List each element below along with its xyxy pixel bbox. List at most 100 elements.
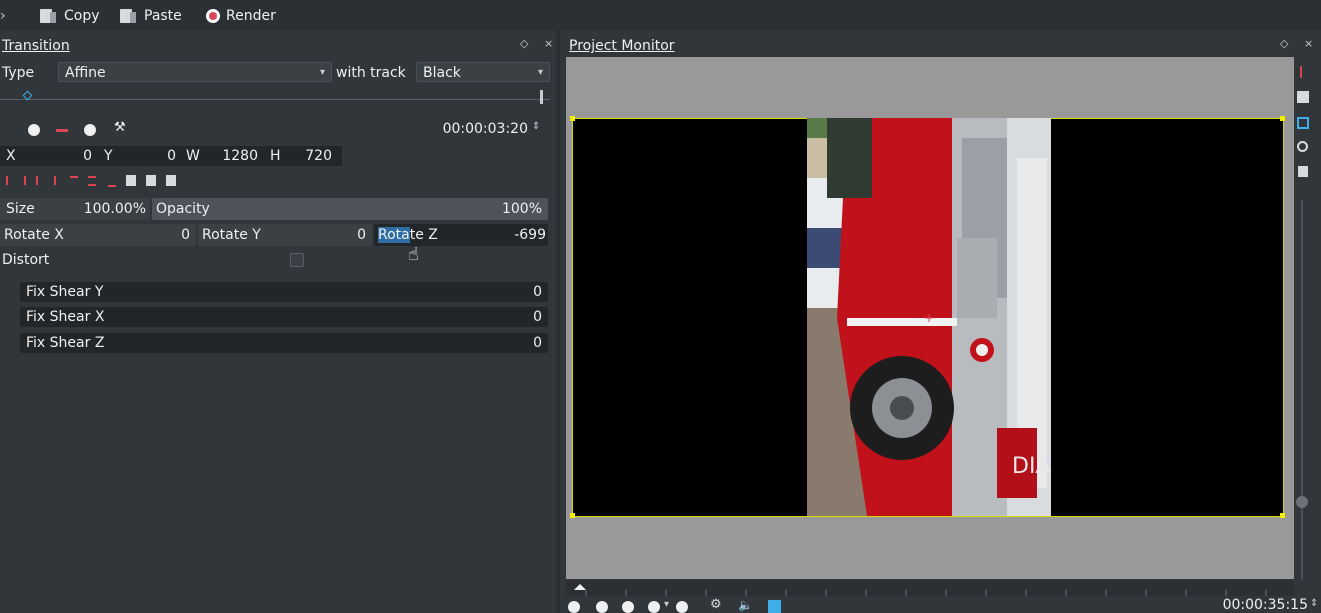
with-track-label: with track [336, 65, 406, 81]
opacity-slider[interactable]: Opacity 100% [152, 198, 548, 220]
main-toolbar: › Copy Paste Render [0, 0, 1321, 30]
center-crosshair-icon: + [924, 311, 935, 325]
play-icon[interactable] [648, 601, 660, 613]
rotate-x-slider[interactable]: Rotate X 0 [0, 224, 196, 246]
align-bottom-icon[interactable] [108, 176, 116, 187]
play-zone-icon[interactable] [568, 601, 580, 613]
remove-keyframe-icon[interactable] [56, 129, 68, 132]
rewind-icon[interactable] [596, 601, 608, 613]
next-keyframe-icon[interactable] [84, 124, 96, 136]
record-marker-icon[interactable] [1300, 66, 1312, 78]
fix-shear-x-value: 0 [533, 309, 542, 325]
dock-splitter[interactable] [556, 30, 560, 613]
w-input[interactable]: 1280 [208, 146, 258, 166]
edit-icon[interactable] [1297, 91, 1309, 103]
monitor-dock-controls[interactable]: ◇ × [1280, 37, 1319, 50]
y-input[interactable]: 0 [120, 146, 176, 166]
chevron-down-icon: ▾ [319, 67, 325, 78]
render-icon [206, 9, 220, 23]
settings-gear-icon[interactable]: ⚙ [710, 597, 722, 612]
align-right-icon[interactable] [46, 176, 56, 185]
keyframe-track-line [0, 99, 550, 100]
h-label: H [270, 148, 281, 164]
rotate-z-label-rest: te Z [409, 227, 438, 243]
playhead-handle[interactable] [540, 90, 543, 104]
fix-shear-x-slider[interactable]: Fix Shear X 0 [20, 307, 548, 327]
chevron-down-icon: ▾ [537, 67, 543, 78]
distort-label: Distort [2, 252, 50, 268]
original-size-icon[interactable] [126, 175, 136, 186]
fix-shear-z-slider[interactable]: Fix Shear Z 0 [20, 333, 548, 353]
fix-shear-y-value: 0 [533, 284, 542, 300]
y-label: Y [104, 148, 113, 164]
render-button[interactable]: Render [206, 6, 276, 26]
frame-corner-handle[interactable] [1280, 116, 1285, 121]
previous-frame-icon[interactable] [622, 601, 634, 613]
rotate-z-label-selected: Rota [378, 227, 410, 243]
color-swatch-icon[interactable] [768, 600, 781, 613]
zoom-slider-handle[interactable] [1296, 496, 1308, 508]
wrench-icon[interactable]: ⚒ [114, 120, 126, 135]
align-vcenter-icon[interactable] [88, 176, 96, 186]
fix-shear-z-value: 0 [533, 335, 542, 351]
rotate-y-value: 0 [357, 227, 366, 243]
align-top-icon[interactable] [70, 176, 78, 187]
previous-keyframe-icon[interactable] [28, 124, 40, 136]
rotate-z-slider[interactable]: Rotate Z -699 [374, 224, 548, 246]
hand-cursor-icon: ☝ [408, 244, 419, 265]
x-label: X [6, 148, 16, 164]
paste-icon [120, 9, 136, 23]
size-value: 100.00% [83, 201, 146, 217]
type-select[interactable]: Affine ▾ [58, 62, 332, 82]
forward-icon[interactable] [676, 601, 688, 613]
play-menu-chevron-icon[interactable]: ▾ [664, 599, 669, 610]
safe-zone-icon[interactable] [1297, 117, 1309, 129]
paste-label: Paste [144, 8, 182, 24]
copy-button[interactable]: Copy [40, 6, 100, 26]
h-input[interactable]: 720 [290, 146, 332, 166]
copy-frame-icon[interactable] [1298, 166, 1308, 177]
paste-button[interactable]: Paste [120, 6, 182, 26]
volume-icon[interactable]: 🔈 [738, 598, 753, 612]
size-label: Size [6, 201, 35, 217]
zoom-icon[interactable] [1297, 141, 1308, 152]
fix-shear-y-label: Fix Shear Y [26, 284, 104, 300]
rotate-z-label: Rotate Z [378, 224, 438, 246]
adjust-size-icon[interactable] [146, 175, 156, 186]
rotate-x-value: 0 [181, 227, 190, 243]
fix-shear-x-label: Fix Shear X [26, 309, 105, 325]
svg-text:DIA: DIA [1012, 454, 1050, 479]
copy-label: Copy [64, 8, 100, 24]
opacity-label: Opacity [156, 201, 210, 217]
fix-shear-y-slider[interactable]: Fix Shear Y 0 [20, 282, 548, 302]
render-label: Render [226, 8, 276, 24]
keyframe-timeline[interactable] [0, 88, 550, 106]
size-slider[interactable]: Size 100.00% [0, 198, 150, 220]
frame-corner-handle[interactable] [570, 513, 575, 518]
x-input[interactable]: 0 [30, 146, 92, 166]
monitor-timecode-spinner-icon[interactable]: ⇕ [1310, 598, 1318, 609]
copy-icon [40, 9, 56, 23]
distort-checkbox[interactable] [290, 253, 304, 267]
rotate-y-slider[interactable]: Rotate Y 0 [198, 224, 372, 246]
frame-corner-handle[interactable] [570, 116, 575, 121]
align-hcenter-icon[interactable] [24, 176, 38, 185]
align-left-icon[interactable] [6, 176, 16, 185]
w-label: W [186, 148, 200, 164]
monitor-ruler[interactable] [566, 580, 1294, 596]
fix-shear-z-label: Fix Shear Z [26, 335, 105, 351]
frame-corner-handle[interactable] [1280, 513, 1285, 518]
keyframe-timecode[interactable]: 00:00:03:20 [404, 118, 528, 140]
project-monitor-title: Project Monitor [569, 38, 675, 54]
opacity-value: 100% [501, 201, 542, 217]
type-select-value: Affine [65, 65, 106, 81]
toolbar-overflow-icon[interactable]: › [0, 6, 6, 26]
track-select[interactable]: Black ▾ [416, 62, 550, 82]
zoom-slider-track[interactable] [1301, 200, 1303, 580]
rotate-x-label: Rotate X [4, 227, 64, 243]
monitor-timecode[interactable]: 00:00:35:15 [1180, 597, 1308, 613]
timecode-spinner-icon[interactable]: ⇕ [532, 121, 540, 132]
transition-dock-controls[interactable]: ◇ × [520, 37, 559, 50]
track-select-value: Black [423, 65, 461, 81]
fit-size-icon[interactable] [166, 175, 176, 186]
